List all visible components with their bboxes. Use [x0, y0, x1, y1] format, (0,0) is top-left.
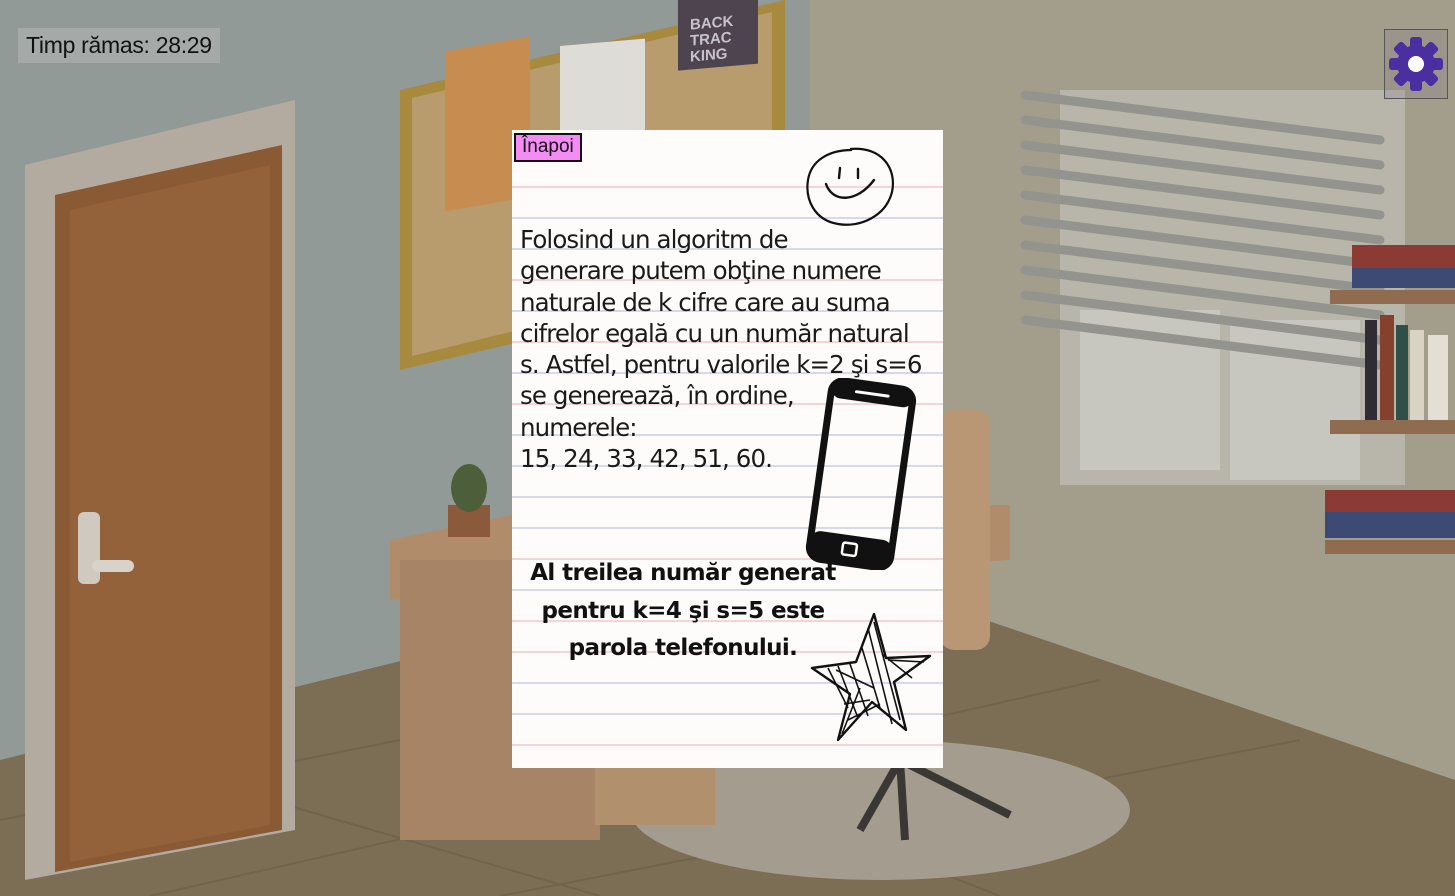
password-task: Al treilea număr generat pentru k=4 şi s…: [530, 560, 836, 661]
time-remaining-label: Timp rămas: 28:29: [18, 28, 220, 63]
settings-button[interactable]: [1384, 29, 1448, 99]
back-button[interactable]: Înapoi: [514, 133, 582, 162]
smiley-face-icon: [806, 147, 895, 226]
gear-icon: [1389, 37, 1443, 91]
puzzle-note: Înapoi Folosind un algoritm de generare …: [512, 130, 943, 768]
problem-statement: Folosind un algoritm de generare putem o…: [520, 225, 922, 474]
svg-text:KING: KING: [690, 45, 727, 65]
